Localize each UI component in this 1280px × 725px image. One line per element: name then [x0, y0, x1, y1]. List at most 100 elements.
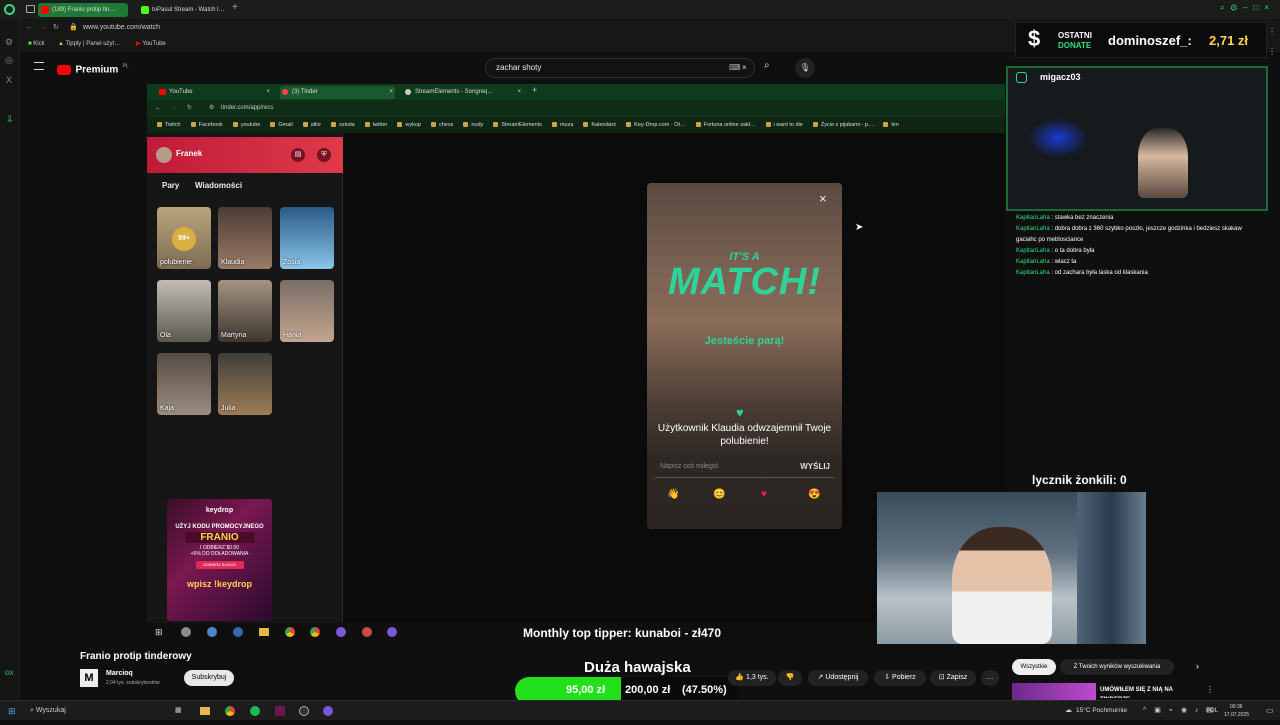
- obs-icon[interactable]: [299, 706, 309, 716]
- x-icon[interactable]: X: [6, 75, 12, 85]
- bookmark[interactable]: nudy: [463, 117, 483, 133]
- match-thumbnail[interactable]: Julia: [218, 353, 272, 415]
- ad-button[interactable]: ODBIERZ BONUS: [195, 561, 244, 569]
- settings-icon[interactable]: ⚙: [5, 37, 13, 48]
- clear-icon[interactable]: ×: [742, 59, 747, 77]
- suggested-title[interactable]: UMÓWIŁEM SIĘ Z NIĄ NA TINDERZE: [1100, 685, 1195, 698]
- app-icon[interactable]: [323, 706, 333, 716]
- bookmark[interactable]: Kalendarz: [583, 117, 616, 133]
- site-info-icon[interactable]: ⚙: [209, 100, 214, 117]
- folder-icon[interactable]: [200, 707, 210, 715]
- send-button[interactable]: WYŚLIJ: [800, 462, 830, 471]
- new-tab-icon[interactable]: +: [532, 85, 537, 95]
- channel-avatar[interactable]: M: [80, 669, 98, 687]
- app-icon[interactable]: [233, 627, 243, 637]
- tab-pairs[interactable]: Pary: [162, 181, 179, 190]
- briefcase-icon[interactable]: ▤: [291, 148, 305, 162]
- app-icon[interactable]: [181, 627, 191, 637]
- voice-search-icon[interactable]: 🎙: [795, 58, 815, 78]
- bookmark-kick[interactable]: ■ Kick: [28, 37, 45, 52]
- messenger-icon[interactable]: ◎: [5, 55, 13, 66]
- taskbar-search[interactable]: ⌕ Wyszukaj: [30, 701, 66, 721]
- smile-emoji-button[interactable]: 😊: [713, 489, 725, 500]
- windows-start-icon[interactable]: ⊞: [155, 627, 163, 638]
- bookmark[interactable]: szkoła: [331, 117, 355, 133]
- like-button[interactable]: 👍 1,3 tys.: [728, 670, 776, 686]
- bookmark-youtube[interactable]: ▶ YouTube: [136, 37, 166, 52]
- inner-url[interactable]: tinder.com/app/recs: [221, 100, 273, 117]
- forward-icon[interactable]: →: [171, 100, 177, 117]
- bookmark[interactable]: StreamElements: [493, 117, 542, 133]
- bookmark-tipply[interactable]: ▲ Tipply | Panel użyt…: [58, 37, 120, 52]
- windows-start-icon[interactable]: ⊞: [8, 701, 16, 721]
- message-input[interactable]: Napisz coś miłego! WYŚLIJ: [655, 458, 834, 478]
- dislike-button[interactable]: 👎: [778, 670, 802, 686]
- app-icon[interactable]: [275, 706, 285, 716]
- app-icon[interactable]: [336, 627, 346, 637]
- close-icon[interactable]: ×: [819, 191, 827, 206]
- subscribe-button[interactable]: Subskrybuj: [184, 670, 234, 686]
- chrome-icon[interactable]: [285, 627, 295, 637]
- task-view-icon[interactable]: ▦: [175, 701, 182, 721]
- minimize-icon[interactable]: –: [1243, 3, 1253, 12]
- inner-tab-youtube[interactable]: YouTube ×: [157, 86, 272, 99]
- search-input[interactable]: zachar shoty ⌨ ×: [485, 58, 755, 78]
- heart-eyes-emoji-button[interactable]: 😍: [808, 489, 820, 500]
- weather-label[interactable]: 15°C Pochmurnie: [1076, 701, 1127, 721]
- filter-all-chip[interactable]: Wszystkie: [1012, 659, 1056, 675]
- bookmark[interactable]: muza: [552, 117, 573, 133]
- tab-close-icon[interactable]: ×: [266, 86, 270, 99]
- download-button[interactable]: ⇩ Pobierz: [874, 670, 926, 686]
- bookmark[interactable]: Gmail: [270, 117, 292, 133]
- inner-tab-streamelements[interactable]: StreamElements - Songreq… ×: [403, 86, 523, 99]
- heart-emoji-button[interactable]: ♥: [761, 489, 767, 500]
- outer-tab-youtube[interactable]: (189) Franio protip tin…: [38, 3, 128, 17]
- inner-tab-tinder[interactable]: (3) Tinder ×: [280, 86, 395, 99]
- language-indicator[interactable]: POL: [1206, 701, 1218, 721]
- bookmark[interactable]: chess: [431, 117, 453, 133]
- chrome-icon[interactable]: [310, 627, 320, 637]
- extensions-icon[interactable]: ⚙: [1230, 3, 1242, 12]
- tab-close-icon[interactable]: ×: [389, 86, 393, 99]
- avatar[interactable]: [156, 147, 172, 163]
- gx-icon[interactable]: GX: [5, 671, 14, 677]
- search-icon[interactable]: ⌕: [764, 60, 770, 71]
- more-actions-button[interactable]: …: [981, 670, 999, 686]
- match-thumbnail[interactable]: Kaja: [157, 353, 211, 415]
- keydrop-ad[interactable]: keydrop UŻYJ KODU PROMOCYJNEGO FRANIO I …: [167, 499, 272, 621]
- chevron-right-icon[interactable]: ›: [1196, 661, 1199, 671]
- notification-icon[interactable]: ▭: [1266, 701, 1274, 721]
- profile-name[interactable]: Franek: [176, 149, 202, 158]
- outer-tab-kick[interactable]: toPasut Stream - Watch l…: [138, 3, 228, 17]
- save-button[interactable]: ⊡ Zapisz: [930, 670, 976, 686]
- reload-icon[interactable]: ↻: [53, 19, 59, 37]
- new-tab-icon[interactable]: +: [232, 2, 238, 13]
- app-icon[interactable]: [207, 627, 217, 637]
- filter-results-chip[interactable]: Z Twoich wyników wyszukiwania: [1060, 659, 1174, 675]
- match-thumbnail[interactable]: Martyna: [218, 280, 272, 342]
- bookmark[interactable]: youtube: [233, 117, 261, 133]
- wave-emoji-button[interactable]: 👋: [667, 489, 679, 500]
- tab-messages[interactable]: Wiadomości: [195, 181, 242, 190]
- bookmark[interactable]: Key-Drop.com - Ot…: [626, 117, 685, 133]
- likes-thumbnail[interactable]: 99+ polubienie: [157, 207, 211, 269]
- share-button[interactable]: ↗ Udostępnij: [808, 670, 868, 686]
- bookmark[interactable]: i want to die: [766, 117, 803, 133]
- keyboard-icon[interactable]: ⌨: [729, 59, 741, 77]
- match-thumbnail[interactable]: Zosia: [280, 207, 334, 269]
- outer-url[interactable]: www.youtube.com/watch: [83, 19, 160, 37]
- back-icon[interactable]: ←: [26, 19, 33, 37]
- reload-icon[interactable]: ↻: [187, 100, 192, 117]
- tab-close-icon[interactable]: ×: [517, 86, 521, 99]
- bookmark[interactable]: km: [883, 117, 898, 133]
- clock-date[interactable]: 17.07.2025: [1224, 705, 1249, 725]
- bookmark[interactable]: wykop: [397, 117, 421, 133]
- download-icon[interactable]: ⇩: [6, 114, 14, 125]
- suggested-menu-icon[interactable]: ⋮: [1206, 685, 1214, 694]
- forward-icon[interactable]: →: [40, 19, 47, 37]
- match-thumbnail[interactable]: Ola: [157, 280, 211, 342]
- bookmark[interactable]: Życie z pijakami - p…: [813, 117, 874, 133]
- app-icon[interactable]: [362, 627, 372, 637]
- chrome-icon[interactable]: [225, 706, 235, 716]
- bookmark[interactable]: Fortuna online zakł…: [696, 117, 756, 133]
